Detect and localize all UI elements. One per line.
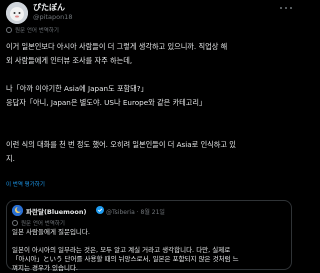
- post-text-line: 지.: [6, 154, 15, 163]
- author-avatar[interactable]: [6, 2, 28, 24]
- translate-label: 원문 언어 번역하기: [15, 28, 59, 34]
- more-options-icon[interactable]: [280, 5, 292, 11]
- globe-icon: [12, 220, 18, 226]
- quoted-tweet[interactable]: 파란달(Bluemoon) @Tsiberia · 8월 21일 원문 언어 번…: [6, 200, 292, 272]
- post-text-line: 이런 식의 대화를 천 번 정도 했어. 오히려 일본인들이 더 Asia로 인…: [6, 140, 236, 149]
- quoted-date[interactable]: 8월 21일: [141, 209, 165, 216]
- quoted-text-line: 일본이 아시아의 일부라는 것은, 모두 알고 계실 거라고 생각합니다. 다만…: [12, 246, 231, 254]
- post-text-line: 나「아까 이야기한 Asia에 Japan도 포함돼?」: [6, 84, 148, 93]
- rate-translation-link[interactable]: 이 번역 평가하기: [6, 180, 45, 188]
- verified-badge-icon: [96, 206, 104, 214]
- globe-icon: [6, 27, 12, 33]
- post-text-line: 이거 일본인보다 아시아 사람들이 더 그렇게 생각하고 있으니까. 직업상 해: [6, 42, 228, 51]
- post-text-line: 응답자「아니, Japan은 별도야. US나 Europe와 같은 카테고리」: [6, 98, 207, 107]
- quoted-text-line: 껴지는 경우가 있습니다.: [12, 264, 78, 272]
- quoted-translate-label: 원문 언어 번역하기: [21, 221, 65, 227]
- quoted-translate-link[interactable]: 원문 언어 번역하기: [12, 219, 65, 227]
- quoted-text-line: 「아시아」という 단어를 사용할 때의 뉘앙스로서, 일본은 포함되지 않은 것…: [12, 255, 239, 263]
- author-display-name[interactable]: ぴたぽん: [33, 2, 65, 13]
- quoted-meta: @Tsiberia · 8월 21일: [106, 209, 165, 216]
- quoted-text-line: 일본 사람들에게 질문입니다.: [12, 228, 90, 236]
- quoted-author-name[interactable]: 파란달(Bluemoon): [26, 206, 86, 216]
- author-handle[interactable]: @pitapon18: [33, 13, 72, 21]
- quoted-author-handle[interactable]: @Tsiberia: [106, 209, 135, 216]
- tweet: ぴたぽん @pitapon18 원문 언어 번역하기 이거 일본인보다 아시아 …: [0, 0, 300, 272]
- post-text-line: 외 사람들에게 인터뷰 조사를 자주 하는데,: [6, 56, 133, 65]
- quoted-author-avatar[interactable]: [12, 205, 23, 216]
- translate-post-link[interactable]: 원문 언어 번역하기: [6, 26, 59, 34]
